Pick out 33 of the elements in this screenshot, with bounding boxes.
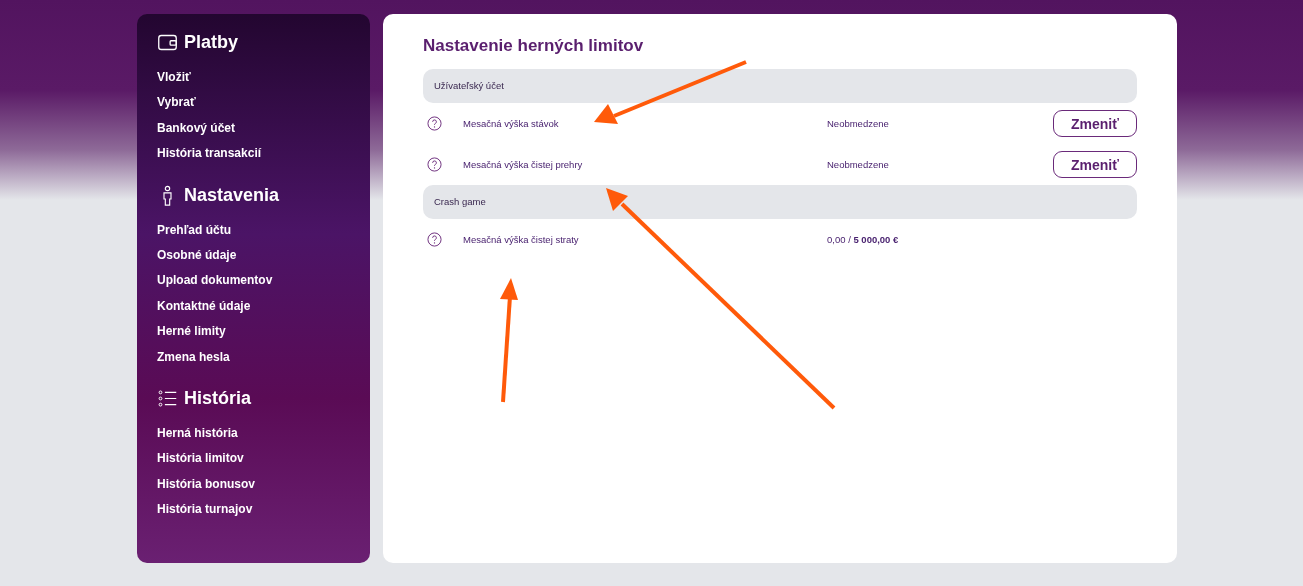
help-icon[interactable]: [427, 116, 442, 131]
sidebar-link[interactable]: Vložiť: [157, 69, 350, 87]
page-title: Nastavenie herných limitov: [423, 36, 645, 56]
list-icon: [157, 388, 178, 410]
section-title: Nastavenia: [184, 184, 280, 206]
sidebar-link[interactable]: Bankový účet: [157, 119, 350, 138]
sidebar-link[interactable]: Herné limity: [157, 323, 350, 341]
limit-label: Mesačná výška stávok: [463, 118, 560, 129]
limit-label: Mesačná výška čistej prehry: [463, 159, 584, 170]
change-button[interactable]: Zmeniť: [1053, 151, 1137, 178]
limit-value: 0,00 / 5 000,00 €: [827, 234, 900, 245]
section-title: Platby: [184, 32, 239, 53]
limit-value: Neobmedzene: [827, 159, 890, 170]
limit-label: Mesačná výška čistej straty: [463, 234, 580, 245]
sidebar-link[interactable]: História bonusov: [157, 475, 350, 494]
sidebar-link[interactable]: História turnajov: [157, 501, 350, 519]
limit-value: Neobmedzene: [827, 118, 890, 129]
sidebar-link[interactable]: História transakcií: [157, 145, 350, 163]
sidebar-link[interactable]: Upload dokumentov: [157, 272, 350, 290]
sidebar-link[interactable]: Herná história: [157, 425, 350, 443]
sidebar-link[interactable]: Prehľad účtu: [157, 221, 350, 240]
group-header: Crash game: [423, 185, 1137, 219]
wallet-icon: [157, 32, 178, 53]
help-icon[interactable]: [427, 232, 442, 247]
sidebar-link[interactable]: Zmena hesla: [157, 348, 350, 367]
sidebar-link[interactable]: Kontaktné údaje: [157, 297, 350, 316]
sidebar-link[interactable]: Osobné údaje: [157, 247, 350, 265]
sidebar-link[interactable]: História limitov: [157, 450, 350, 468]
sidebar-link[interactable]: Vybrať: [157, 94, 350, 112]
change-button[interactable]: Zmeniť: [1053, 110, 1137, 137]
section-title: História: [184, 388, 252, 410]
group-header: Užívateľský účet: [423, 69, 1137, 103]
help-icon[interactable]: [427, 157, 442, 172]
